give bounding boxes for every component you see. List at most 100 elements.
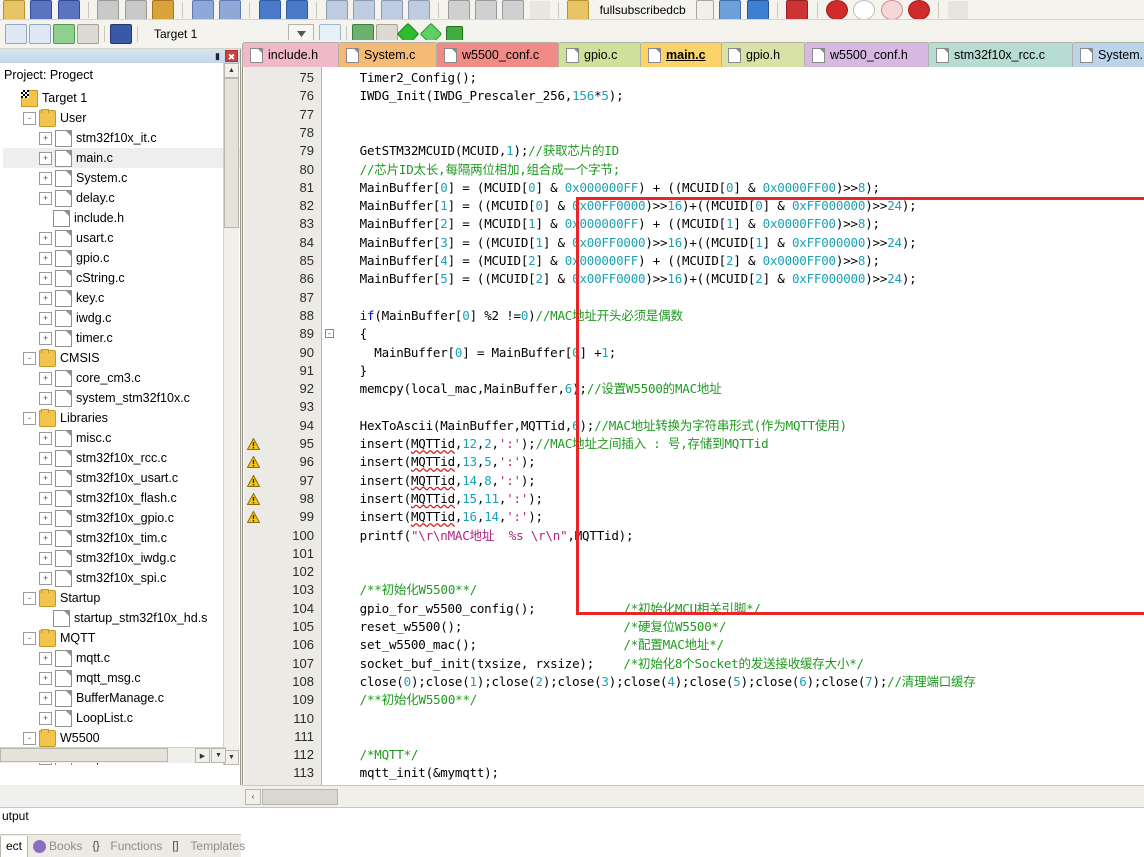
tree-item-startup-stm32f10x-hd-s[interactable]: startup_stm32f10x_hd.s (3, 608, 240, 628)
tree-item-buffermanage-c[interactable]: + BufferManage.c (3, 688, 240, 708)
code-line[interactable]: /*MQTT*/ (345, 746, 419, 764)
tree-item-startup[interactable]: - Startup (3, 588, 240, 608)
project-tab-templates[interactable]: [] Templates (167, 836, 250, 857)
code-line[interactable]: insert(MQTTid,16,14,':'); (345, 508, 543, 526)
tree-item-target-1[interactable]: Target 1 (3, 88, 240, 108)
batch-build-icon[interactable] (77, 24, 99, 44)
outdent-icon[interactable] (380, 0, 403, 19)
tree-item-stm32f10x-flash-c[interactable]: + stm32f10x_flash.c (3, 488, 240, 508)
tree-item-mqtt[interactable]: - MQTT (3, 628, 240, 648)
tree-item-user[interactable]: - User (3, 108, 240, 128)
tree-item-looplist-c[interactable]: + LoopList.c (3, 708, 240, 728)
code-line[interactable]: MainBuffer[0] = MainBuffer[0] +1; (345, 344, 616, 362)
code-line[interactable]: GetSTM32MCUID(MCUID,1);//获取芯片的ID (345, 142, 620, 160)
code-line[interactable]: insert(MQTTid,12,2,':');//MAC地址之间插入 : 号,… (345, 435, 769, 453)
expand-toggle-icon[interactable]: + (39, 391, 52, 405)
project-tab-functions[interactable]: {} Functions (87, 836, 167, 857)
breakpoint-icon[interactable] (826, 0, 849, 19)
redo-icon[interactable] (219, 0, 242, 19)
code-line[interactable]: /**初始化W5500**/ (345, 581, 478, 599)
fold-toggle-icon[interactable]: - (325, 329, 334, 339)
collapse-toggle-icon[interactable]: - (23, 631, 36, 645)
disable-breakpoint-icon[interactable] (853, 0, 876, 19)
warning-triangle-icon[interactable] (247, 438, 261, 451)
scroll-up-button[interactable]: ▲ (224, 63, 239, 78)
back-icon[interactable] (258, 0, 281, 19)
document-tab-include-h[interactable]: include.h (242, 42, 340, 67)
expand-toggle-icon[interactable]: + (39, 371, 52, 385)
code-line[interactable]: insert(MQTTid,14,8,':'); (345, 472, 536, 490)
tree-item-usart-c[interactable]: + usart.c (3, 228, 240, 248)
expand-toggle-icon[interactable]: + (39, 551, 52, 565)
tree-item-timer-c[interactable]: + timer.c (3, 328, 240, 348)
tree-item-delay-c[interactable]: + delay.c (3, 188, 240, 208)
tree-item-stm32f10x-usart-c[interactable]: + stm32f10x_usart.c (3, 468, 240, 488)
tree-item-system-c[interactable]: + System.c (3, 168, 240, 188)
code-line[interactable]: reset_w5500(); /*硬复位W5500*/ (345, 618, 727, 636)
misc-icon[interactable] (947, 1, 968, 19)
tree-item-cstring-c[interactable]: + cString.c (3, 268, 240, 288)
code-line[interactable]: HexToAscii(MainBuffer,MQTTid,6);//MAC地址转… (345, 417, 847, 435)
project-tree[interactable]: Project: Progect Target 1- User + stm32f10x… (0, 63, 240, 765)
document-tab-gpio-c[interactable]: gpio.c (558, 42, 642, 67)
warning-triangle-icon[interactable] (247, 492, 261, 506)
code-text-area[interactable]: Timer2_Config(); IWDG_Init(IWDG_Prescale… (337, 67, 1144, 785)
expand-toggle-icon[interactable]: + (39, 231, 52, 245)
italic-icon[interactable] (529, 1, 550, 19)
tree-item-system-stm32f10x-c[interactable]: + system_stm32f10x.c (3, 388, 240, 408)
warning-triangle-icon[interactable] (247, 474, 261, 488)
expand-toggle-icon[interactable]: + (39, 711, 52, 725)
paste-icon[interactable] (152, 0, 175, 19)
hscroll-thumb[interactable] (0, 748, 168, 762)
tree-item-mqtt-msg-c[interactable]: + mqtt_msg.c (3, 668, 240, 688)
expand-toggle-icon[interactable]: + (39, 671, 52, 685)
code-line[interactable]: insert(MQTTid,13,5,':'); (345, 453, 536, 471)
project-tree-items[interactable]: Target 1- User + stm32f10x_it.c + main.c + Syst… (0, 85, 240, 765)
code-line[interactable]: MainBuffer[1] = ((MCUID[0] & 0x00FF0000)… (345, 197, 917, 215)
code-line[interactable]: MainBuffer[2] = (MCUID[1] & 0x000000FF) … (345, 215, 880, 233)
scroll-right-button[interactable]: ▶ (195, 748, 210, 763)
insert-bookmark-icon[interactable] (746, 0, 769, 19)
indent-icon[interactable] (353, 0, 376, 19)
folder-open-icon[interactable] (567, 0, 590, 19)
save-all-icon[interactable] (57, 0, 80, 19)
tree-item-cmsis[interactable]: - CMSIS (3, 348, 240, 368)
code-line[interactable]: { (345, 325, 368, 343)
combo-arrow-icon[interactable] (695, 0, 714, 19)
project-tab-ect[interactable]: ect (0, 835, 29, 857)
vscroll-thumb[interactable] (224, 78, 239, 228)
tree-item-stm32f10x-rcc-c[interactable]: + stm32f10x_rcc.c (3, 448, 240, 468)
code-line[interactable]: gpio_for_w5500_config(); /*初始化MCU相关引脚*/ (345, 600, 761, 618)
code-line[interactable]: Timer2_Config(); (345, 69, 477, 87)
code-line[interactable]: MainBuffer[3] = ((MCUID[1] & 0x00FF0000)… (345, 234, 917, 252)
expand-toggle-icon[interactable]: + (39, 331, 52, 345)
clear-breakpoint-icon[interactable] (880, 0, 903, 19)
tree-item-libraries[interactable]: - Libraries (3, 408, 240, 428)
expand-toggle-icon[interactable]: + (39, 691, 52, 705)
expand-toggle-icon[interactable]: + (39, 291, 52, 305)
code-line[interactable]: MainBuffer[5] = ((MCUID[2] & 0x00FF0000)… (345, 270, 917, 288)
document-tab-gpio-h[interactable]: gpio.h (720, 42, 806, 67)
pin-icon[interactable]: ▮ (211, 50, 224, 62)
code-line[interactable]: mqtt_init(&mymqtt); (345, 764, 499, 782)
expand-toggle-icon[interactable]: + (39, 511, 52, 525)
expand-toggle-icon[interactable]: + (39, 431, 52, 445)
editor-hscrollbar[interactable]: ‹ (242, 785, 1144, 807)
code-line[interactable]: set_w5500_mac(); /*配置MAC地址*/ (345, 636, 724, 654)
tree-item-gpio-c[interactable]: + gpio.c (3, 248, 240, 268)
expand-toggle-icon[interactable]: + (39, 451, 52, 465)
project-tab-books[interactable]: Books (28, 836, 87, 857)
code-line[interactable]: memcpy(local_mac,MainBuffer,6);//设置W5500… (345, 380, 722, 398)
line-spacing-icon[interactable] (502, 0, 525, 19)
code-line[interactable]: socket_buf_init(txsize, rxsize); /*初始化8个… (345, 655, 864, 673)
expand-toggle-icon[interactable]: + (39, 311, 52, 325)
code-line[interactable]: printf("\r\nMAC地址 %s \r\n",MQTTid); (345, 527, 634, 545)
editor-hscroll-thumb[interactable] (262, 788, 338, 805)
translate-file-icon[interactable] (5, 24, 27, 44)
code-line[interactable]: /**初始化W5500**/ (345, 691, 478, 709)
expand-toggle-icon[interactable]: + (39, 491, 52, 505)
collapse-toggle-icon[interactable]: - (23, 591, 36, 605)
code-line[interactable]: MainBuffer[0] = (MCUID[0] & 0x000000FF) … (345, 179, 880, 197)
document-tab-w5500-conf-c[interactable]: w5500_conf.c (436, 42, 560, 67)
tree-item-stm32f10x-iwdg-c[interactable]: + stm32f10x_iwdg.c (3, 548, 240, 568)
